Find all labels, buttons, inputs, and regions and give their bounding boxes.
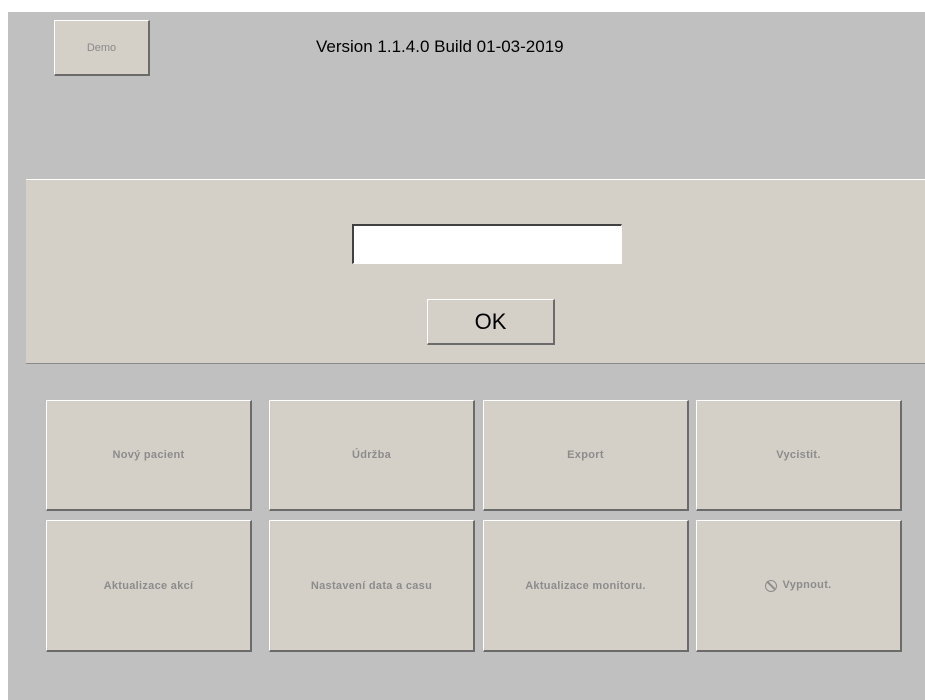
password-input[interactable]	[352, 224, 622, 264]
update-actions-button[interactable]: Aktualizace akcí	[46, 520, 252, 652]
export-label: Export	[567, 449, 604, 461]
new-patient-button[interactable]: Nový pacient	[46, 400, 252, 511]
shutdown-button[interactable]: Vypnout.	[696, 520, 902, 652]
update-monitor-button[interactable]: Aktualizace monitoru.	[483, 520, 689, 652]
ok-button-label: OK	[474, 308, 507, 334]
export-button[interactable]: Export	[483, 400, 689, 511]
update-monitor-label: Aktualizace monitoru.	[525, 579, 646, 592]
update-actions-label: Aktualizace akcí	[103, 579, 194, 592]
power-off-icon	[765, 579, 778, 592]
date-time-settings-button[interactable]: Nastavení data a casu	[269, 520, 475, 652]
demo-button[interactable]: Demo	[54, 20, 150, 76]
date-time-settings-label: Nastavení data a casu	[310, 579, 433, 592]
demo-button-label: Demo	[86, 41, 117, 54]
maintenance-button[interactable]: Údržba	[269, 400, 475, 511]
shutdown-label: Vypnout.	[782, 579, 832, 592]
clear-button[interactable]: Vycistit.	[696, 400, 902, 511]
new-patient-label: Nový pacient	[112, 449, 185, 461]
login-panel: OK	[26, 179, 925, 364]
ok-button[interactable]: OK	[427, 299, 555, 345]
version-label: Version 1.1.4.0 Build 01-03-2019	[316, 37, 564, 56]
clear-label: Vycistit.	[776, 449, 821, 461]
shutdown-label-wrap: Vypnout.	[765, 579, 832, 592]
maintenance-label: Údržba	[351, 449, 392, 461]
main-screen: Demo Version 1.1.4.0 Build 01-03-2019 OK…	[8, 12, 925, 700]
